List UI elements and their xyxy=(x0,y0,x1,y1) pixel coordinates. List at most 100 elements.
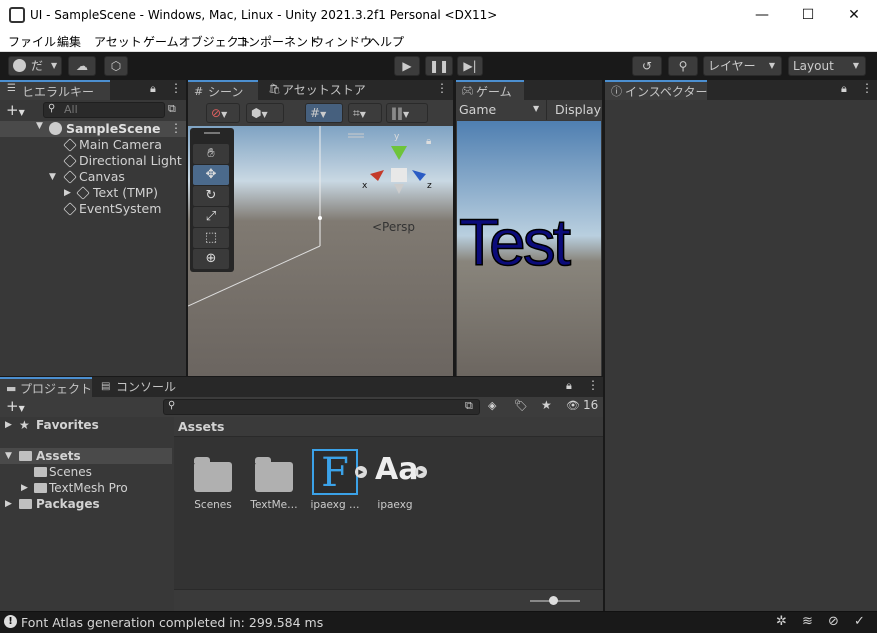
move-tool-button[interactable]: ✥ xyxy=(193,165,229,185)
display-dropdown[interactable]: Display xyxy=(555,102,601,117)
play-button[interactable]: ▶ xyxy=(394,56,420,76)
minimize-button[interactable]: — xyxy=(739,0,785,30)
shading-dropdown[interactable]: ⬢▼ xyxy=(246,103,284,123)
packages-row[interactable]: ▶ Packages xyxy=(0,496,172,512)
auto-generate-lighting-icon[interactable]: ⊘ xyxy=(828,614,839,629)
gameobject-icon xyxy=(63,154,77,168)
more-menu-icon[interactable]: ⋮ xyxy=(587,378,599,392)
menu-gameobject[interactable]: ゲームオブジェクト xyxy=(143,33,251,50)
debug-icon[interactable]: ✲ xyxy=(776,614,787,629)
pause-button[interactable]: ❚❚ xyxy=(425,56,453,76)
rect-tool-button[interactable]: ⬚ xyxy=(193,228,229,248)
tag-icon[interactable]: 🏷︎ xyxy=(514,399,528,412)
tab-console[interactable]: ▤ コンソール xyxy=(96,377,186,397)
list-item[interactable]: ▼ Canvas xyxy=(0,169,186,185)
scene-name: SampleScene xyxy=(66,121,161,136)
tab-asset-store[interactable]: 🛍︎ アセットストア xyxy=(262,80,372,100)
menu-window[interactable]: ウィンドウ xyxy=(312,33,372,50)
draw-mode-dropdown[interactable]: ⊘▼ xyxy=(206,103,240,123)
favorites-row[interactable]: ▶ ★ Favorites xyxy=(0,417,172,433)
list-item[interactable]: ▶ Text (TMP) xyxy=(0,185,186,201)
font-asset-icon[interactable]: F xyxy=(312,449,358,495)
tmp-font-asset-icon[interactable]: Aa xyxy=(375,452,418,487)
maximize-button[interactable]: ☐ xyxy=(785,0,831,30)
tab-hierarchy[interactable]: ヒエラルキー xyxy=(0,80,110,100)
expand-arrow-icon[interactable]: ▶ xyxy=(21,480,28,496)
expand-arrow-icon[interactable]: ▶ xyxy=(64,185,71,201)
project-search-input[interactable]: ⚲ xyxy=(163,399,480,415)
tab-project[interactable]: ▬ プロジェクト xyxy=(0,377,92,397)
textmesh-folder-icon[interactable] xyxy=(255,457,293,492)
rotate-tool-button[interactable]: ↻ xyxy=(193,186,229,206)
folder-icon xyxy=(19,499,32,509)
more-menu-icon[interactable]: ⋮ xyxy=(861,81,873,95)
menu-file[interactable]: ファイル xyxy=(8,33,56,50)
scenes-folder-icon[interactable] xyxy=(194,457,232,492)
menu-edit[interactable]: 編集 xyxy=(57,33,81,50)
hand-tool-button[interactable]: ✋︎ xyxy=(193,144,229,164)
persp-label[interactable]: <Persp xyxy=(372,220,415,234)
step-button[interactable]: ▶| xyxy=(457,56,483,76)
more-menu-icon[interactable]: ⋮ xyxy=(170,81,182,95)
game-viewport[interactable]: Test xyxy=(457,121,601,376)
add-button[interactable]: +▼ xyxy=(6,397,25,415)
star-icon[interactable]: ★ xyxy=(541,398,552,412)
tab-game[interactable]: 🎮︎ ゲーム xyxy=(456,80,524,100)
close-button[interactable]: ✕ xyxy=(831,0,877,30)
lock-icon[interactable]: 🔒︎ xyxy=(426,136,431,147)
lock-icon[interactable]: 🔒︎ xyxy=(566,379,572,393)
lock-icon[interactable]: 🔒︎ xyxy=(841,82,847,96)
more-menu-icon[interactable]: ⋮ xyxy=(170,121,182,135)
item-label: Main Camera xyxy=(79,137,162,152)
hidden-packages-icon[interactable]: 👁︎ xyxy=(566,399,580,412)
zoom-slider-thumb[interactable] xyxy=(549,596,558,605)
progress-check-icon[interactable]: ✓ xyxy=(854,614,865,629)
hierarchy-tabbar: ヒエラルキー ☰ 🔒︎ ⋮ xyxy=(0,80,186,100)
scale-tool-button[interactable]: ⤢ xyxy=(193,207,229,227)
expand-arrow-icon[interactable]: ▼ xyxy=(5,448,12,464)
menu-component[interactable]: コンポーネント xyxy=(236,33,320,50)
list-item[interactable]: EventSystem xyxy=(0,201,186,217)
undo-history-button[interactable]: ↺ xyxy=(632,56,662,76)
expand-arrow-icon[interactable]: ▼ xyxy=(49,169,56,185)
textmesh-row[interactable]: ▶ TextMesh Pro xyxy=(0,480,172,496)
more-menu-icon[interactable]: ⋮ xyxy=(436,81,448,95)
scene-row[interactable]: ▼ SampleScene ⋮ xyxy=(0,121,186,137)
add-button[interactable]: +▼ xyxy=(6,101,25,119)
layout-dropdown[interactable]: Layout ▼ xyxy=(788,56,866,76)
status-message[interactable]: Font Atlas generation completed in: 299.… xyxy=(21,615,323,630)
list-item[interactable]: Main Camera xyxy=(0,137,186,153)
scenes-row[interactable]: Scenes xyxy=(0,464,172,480)
game-view-dropdown[interactable]: Game xyxy=(459,102,496,117)
align-dropdown[interactable]: ‖‖▼ xyxy=(386,103,428,123)
increment-snap-dropdown[interactable]: ⌗▼ xyxy=(348,103,382,123)
expand-arrow-icon[interactable]: ▶ xyxy=(5,496,12,512)
expand-asset-icon[interactable]: ▶ xyxy=(415,466,427,478)
menu-assets[interactable]: アセット xyxy=(94,33,142,50)
expand-arrow-icon[interactable]: ▼ xyxy=(36,121,43,131)
breadcrumb-assets[interactable]: Assets xyxy=(178,419,224,434)
tab-inspector[interactable]: ⓘ インスペクター xyxy=(605,80,707,100)
lock-icon[interactable]: 🔒︎ xyxy=(150,82,156,96)
expand-arrow-icon[interactable]: ▶ xyxy=(5,417,12,433)
list-item[interactable]: Directional Light xyxy=(0,153,186,169)
step-icon: ▶| xyxy=(463,59,477,73)
grid-snap-dropdown[interactable]: #▼ xyxy=(305,103,343,123)
scene-visibility-icon[interactable]: ⧉ xyxy=(168,102,176,116)
search-input[interactable]: ⚲ All xyxy=(43,102,165,118)
drag-handle[interactable] xyxy=(204,132,220,134)
filter-type-icon[interactable]: ◈ xyxy=(488,399,496,412)
transform-icon: ⊕ xyxy=(205,251,217,266)
expand-asset-icon[interactable]: ▶ xyxy=(355,466,367,478)
account-dropdown[interactable]: だ ▼ xyxy=(8,56,62,76)
collab-button[interactable]: ⬡ xyxy=(104,56,128,76)
menu-help[interactable]: ヘルプ xyxy=(368,33,404,50)
search-button[interactable]: ⚲ xyxy=(668,56,698,76)
cache-server-icon[interactable]: ≋ xyxy=(802,614,813,629)
search-scope-icon[interactable]: ⧉ xyxy=(465,399,473,413)
tab-scene[interactable]: # シーン xyxy=(188,80,258,100)
transform-tool-button[interactable]: ⊕ xyxy=(193,249,229,269)
cloud-button[interactable]: ☁ xyxy=(68,56,96,76)
layers-dropdown[interactable]: レイヤー ▼ xyxy=(703,56,782,76)
assets-row[interactable]: ▼ Assets xyxy=(0,448,172,464)
